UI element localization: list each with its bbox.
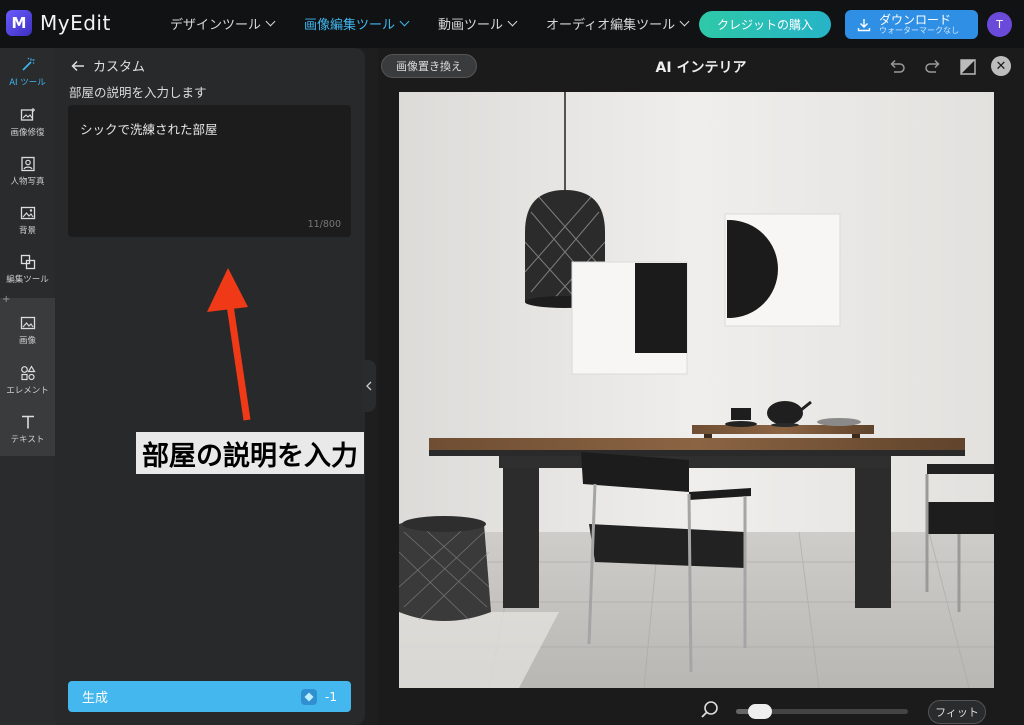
avatar[interactable]: T	[987, 12, 1012, 37]
nav-audio-tools[interactable]: オーディオ編集ツール	[546, 14, 690, 33]
chevron-down-icon	[399, 16, 410, 27]
zoom-slider[interactable]	[736, 704, 908, 719]
chevron-down-icon	[679, 16, 690, 27]
prompt-label: 部屋の説明を入力します	[69, 85, 207, 100]
nav-image-edit-tools[interactable]: 画像編集ツール	[304, 14, 410, 33]
rail-item-text[interactable]: テキスト	[0, 405, 55, 453]
app-logo[interactable]: M MyEdit	[6, 10, 111, 36]
image-repair-icon	[20, 107, 35, 121]
generate-button[interactable]: 生成 -1	[68, 681, 351, 712]
buy-credits-button[interactable]: クレジットの購入	[699, 11, 831, 38]
panel-collapse-handle[interactable]	[362, 360, 376, 412]
annotation-label: 部屋の説明を入力	[136, 432, 364, 474]
app-name: MyEdit	[40, 11, 111, 35]
char-count: 11/800	[307, 219, 341, 230]
back-label: カスタム	[93, 60, 146, 75]
arrow-left-icon	[71, 60, 84, 71]
magic-wand-icon	[21, 57, 34, 71]
chevron-left-icon	[366, 381, 372, 391]
custom-panel: カスタム 部屋の説明を入力します シックで洗練された部屋 11/800 生成 -…	[55, 48, 365, 725]
rail-item-image-repair[interactable]: 画像修復	[0, 98, 55, 146]
interior-photo	[399, 92, 994, 688]
zoom-slider-knob[interactable]	[748, 704, 772, 719]
edit-tools-icon	[20, 254, 35, 269]
compare-icon[interactable]	[957, 56, 979, 78]
room-description-input[interactable]: シックで洗練された部屋 11/800	[68, 105, 351, 237]
download-button[interactable]: ダウンロード ウォーターマークなし	[845, 10, 978, 39]
rail-item-portrait[interactable]: 人物写真	[0, 147, 55, 195]
rail-item-background[interactable]: 背景	[0, 196, 55, 244]
nav-video-tools[interactable]: 動画ツール	[438, 14, 518, 33]
download-label: ダウンロード	[879, 12, 952, 27]
close-icon[interactable]: ✕	[991, 56, 1011, 76]
background-icon	[20, 206, 35, 219]
top-bar: M MyEdit デザインツール 画像編集ツール 動画ツール オーディオ編集ツー…	[0, 0, 1024, 48]
download-icon	[857, 18, 871, 31]
redo-icon[interactable]	[922, 56, 944, 78]
logo-mark-icon: M	[6, 10, 32, 36]
chevron-down-icon	[507, 16, 518, 27]
portrait-icon	[20, 156, 35, 171]
fit-button[interactable]: フィット	[928, 700, 986, 724]
generate-cost: -1	[325, 689, 337, 704]
left-rail: + AI ツール 画像修復 人物写真 背景 編集ツール 画像 エレメント テキス…	[0, 48, 55, 725]
credit-gem-icon	[301, 688, 318, 705]
main-nav: デザインツール 画像編集ツール 動画ツール オーディオ編集ツール	[170, 14, 690, 33]
workspace: 画像置き換え AI インテリア ✕ フィット	[378, 48, 1024, 725]
rail-item-elements[interactable]: エレメント	[0, 356, 55, 404]
nav-design-tools[interactable]: デザインツール	[170, 14, 276, 33]
image-icon	[20, 316, 35, 329]
rail-item-image[interactable]: 画像	[0, 306, 55, 354]
rail-item-ai-tools[interactable]: AI ツール	[0, 48, 55, 96]
chevron-down-icon	[265, 16, 276, 27]
back-button[interactable]: カスタム	[71, 56, 145, 75]
zoom-icon[interactable]	[700, 700, 720, 720]
elements-icon	[20, 364, 36, 380]
rail-item-edit-tools[interactable]: 編集ツール	[0, 245, 55, 293]
download-sublabel: ウォーターマークなし	[879, 25, 959, 35]
rail-plus-icon[interactable]: +	[2, 294, 10, 305]
generate-label: 生成	[82, 691, 109, 706]
undo-icon[interactable]	[886, 56, 908, 78]
text-icon	[21, 415, 34, 428]
prompt-value: シックで洗練された部屋	[80, 122, 218, 137]
